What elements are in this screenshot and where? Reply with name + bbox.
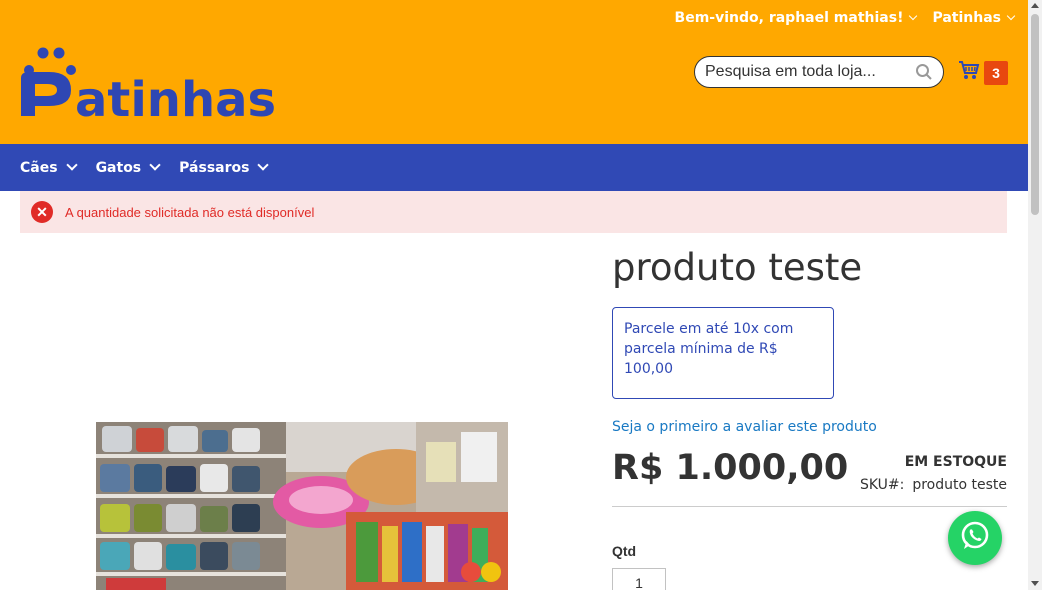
shopping-cart-icon: [958, 59, 980, 86]
product-title: produto teste: [612, 246, 863, 289]
installments-box: Parcele em até 10x com parcela mínima de…: [612, 307, 834, 399]
product-price: R$ 1.000,00: [612, 448, 849, 488]
qty-input[interactable]: 1: [612, 568, 666, 590]
cart-button[interactable]: 3: [958, 59, 1008, 86]
store-switcher-label: Patinhas: [932, 10, 1001, 26]
chevron-down-icon: [149, 159, 161, 171]
review-link[interactable]: Seja o primeiro a avaliar este produto: [612, 419, 877, 435]
welcome-text: Bem-vindo, raphael mathias!: [674, 10, 904, 26]
whatsapp-button[interactable]: [948, 511, 1002, 565]
scrollbar[interactable]: [1028, 0, 1042, 590]
chevron-down-icon: [1006, 11, 1016, 21]
scroll-down-arrow[interactable]: [1031, 581, 1039, 586]
logo[interactable]: atinhas: [19, 44, 279, 128]
product-image[interactable]: [96, 422, 508, 590]
qty-label: Qtd: [612, 543, 637, 559]
main-nav: Cães Gatos Pássaros: [0, 144, 1028, 191]
scroll-up-arrow[interactable]: [1031, 3, 1039, 8]
scroll-thumb[interactable]: [1031, 14, 1039, 215]
divider: [612, 506, 1007, 507]
search-box: [694, 56, 944, 88]
header: Bem-vindo, raphael mathias! Patinhas ati…: [0, 0, 1028, 144]
nav-item-passaros[interactable]: Pássaros: [179, 159, 270, 176]
welcome-menu[interactable]: Bem-vindo, raphael mathias!: [674, 10, 918, 26]
stock-status: EM ESTOQUE: [904, 454, 1007, 470]
error-icon: ✕: [31, 201, 53, 223]
sku-label: SKU#:: [859, 477, 905, 493]
sku-value: produto teste: [912, 477, 1007, 493]
nav-item-label: Cães: [20, 159, 58, 176]
nav-item-gatos[interactable]: Gatos: [95, 159, 161, 176]
search-icon[interactable]: [915, 63, 933, 86]
cart-count-badge: 3: [984, 60, 1008, 85]
error-message-text: A quantidade solicitada não está disponí…: [65, 204, 315, 220]
nav-item-label: Pássaros: [179, 159, 250, 176]
page: Bem-vindo, raphael mathias! Patinhas ati…: [0, 0, 1042, 590]
whatsapp-icon: [958, 519, 992, 558]
store-switcher[interactable]: Patinhas: [932, 10, 1016, 26]
chevron-down-icon: [909, 11, 918, 21]
product-photo: [96, 422, 508, 590]
chevron-down-icon: [257, 159, 270, 171]
nav-item-label: Gatos: [95, 159, 142, 176]
logo-graphic: atinhas: [21, 47, 276, 128]
header-links: Bem-vindo, raphael mathias! Patinhas: [674, 10, 1016, 26]
chevron-down-icon: [65, 159, 78, 171]
error-message: ✕ A quantidade solicitada não está dispo…: [20, 191, 1007, 233]
logo-text: atinhas: [75, 72, 276, 124]
sku: SKU#: produto teste: [860, 477, 1007, 493]
search-input[interactable]: [705, 63, 905, 81]
nav-item-caes[interactable]: Cães: [20, 159, 78, 176]
